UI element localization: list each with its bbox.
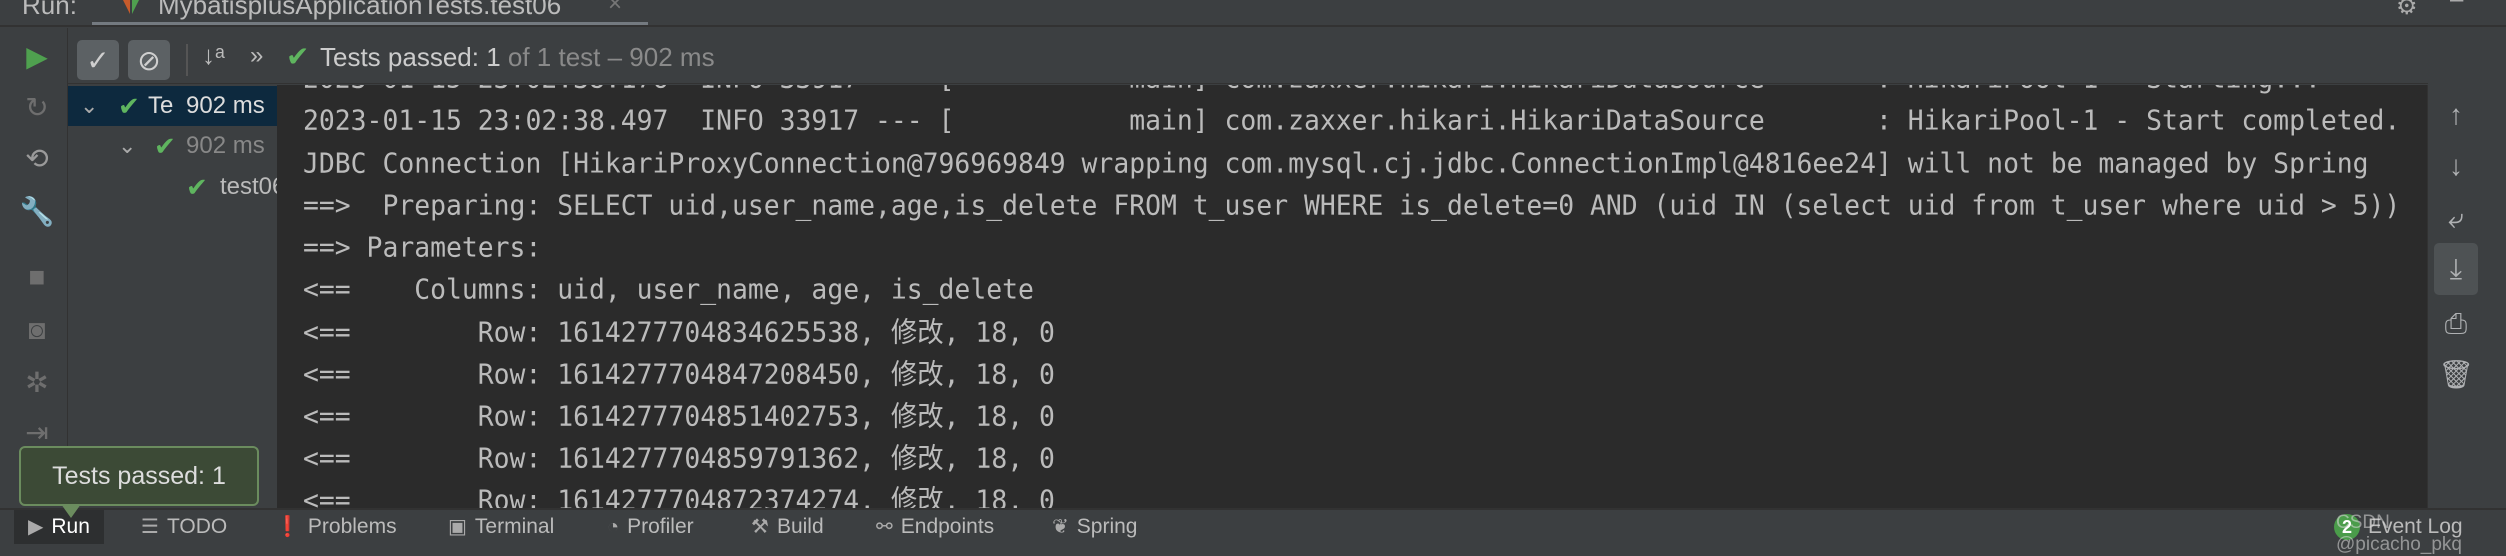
console-output[interactable]: 2023-01-15 23:02:38.176 INFO 33917 --- [… — [277, 85, 2427, 508]
tool-tab-label: Profiler — [627, 515, 694, 538]
trash-icon[interactable]: 🗑 — [2434, 352, 2478, 396]
spring-leaf-icon: ❦ — [1052, 516, 1069, 538]
test-status: Tests passed: 1 of 1 test – 902 ms — [320, 42, 715, 73]
tree-row-root[interactable]: ⌄ ✔ Te 902 ms — [68, 86, 277, 126]
tool-tab-todo[interactable]: ☰ TODO — [141, 510, 227, 544]
endpoints-icon: ⚯ — [876, 516, 893, 538]
tool-tab-profiler[interactable]: ◔ Profiler — [607, 510, 694, 544]
watermark: CSDN @picacho_pkq — [2336, 512, 2462, 555]
problems-icon: ❗ — [275, 516, 300, 538]
terminal-icon: ▣ — [448, 516, 467, 538]
ignored-icon: ⊘ — [137, 44, 161, 76]
arrow-up-icon[interactable]: ↑ — [2434, 93, 2478, 137]
console-line: <== Row: 1614277704847208450, 修改, 18, 0 — [303, 358, 1055, 391]
tool-tab-terminal[interactable]: ▣ Terminal — [448, 510, 554, 544]
arrow-down-icon[interactable]: ↓ — [2434, 144, 2478, 188]
tool-tab-problems[interactable]: ❗ Problems — [275, 510, 397, 544]
tree-label: Te — [148, 92, 174, 119]
tool-tab-label: Build — [776, 515, 824, 538]
console-line: JDBC Connection [HikariProxyConnection@7… — [303, 147, 2369, 180]
console-toolbar: ↑ ↓ ⤶ ⤓ ⎙ 🗑 — [2427, 85, 2485, 508]
status-prefix: Tests passed: — [320, 42, 487, 72]
tree-label: test06 — [220, 173, 277, 200]
tree-row-test[interactable]: ✔ test06 — [68, 167, 277, 207]
more-actions-icon[interactable]: » — [250, 42, 263, 70]
junit-run-icon — [123, 0, 139, 14]
stop-icon[interactable]: ■ — [20, 260, 54, 294]
run-label: Run: — [22, 0, 77, 20]
console-line: ==> Parameters: — [303, 231, 558, 264]
debug-icon[interactable]: ✲ — [20, 365, 54, 399]
run-left-toolbar: ▶ ↻ ⟲ 🔧 ■ ◙ ✲ ⇥ — [0, 28, 68, 508]
toggle-auto-test-icon[interactable]: ⟲ — [20, 141, 54, 175]
toolbar-separator — [186, 44, 188, 76]
camera-icon[interactable]: ◙ — [20, 313, 54, 347]
tool-tab-label: Problems — [307, 515, 397, 538]
passed-check-icon: ✔ — [186, 172, 208, 202]
passed-check-icon: ✔ — [286, 41, 310, 72]
console-line: <== Row: 1614277704859791362, 修改, 18, 0 — [303, 442, 1055, 475]
print-icon[interactable]: ⎙ — [2434, 302, 2478, 346]
console-line: <== Row: 1614277704872374274, 修改, 18, 0 — [303, 484, 1055, 508]
tool-tab-label: Endpoints — [900, 515, 995, 538]
tree-time: 902 ms — [186, 132, 265, 159]
console-line: <== Row: 1614277704834625538, 修改, 18, 0 — [303, 316, 1055, 349]
tree-row-class[interactable]: ⌄ ✔ 902 ms — [68, 126, 277, 166]
tooltip-text: Tests passed: 1 — [52, 461, 226, 490]
play-icon: ▶ — [28, 516, 44, 538]
tool-window-bar: ▶ Run ☰ TODO ❗ Problems ▣ Terminal ◔ Profiler… — [0, 508, 2506, 555]
import-icon[interactable]: ⇥ — [20, 415, 54, 449]
chevron-down-icon[interactable]: ⌄ — [80, 86, 98, 126]
tool-tab-build[interactable]: ⚒ Build — [751, 510, 824, 544]
list-icon: ☰ — [141, 516, 159, 538]
scroll-to-end-icon[interactable]: ⤓ — [2434, 243, 2478, 295]
tool-tab-spring[interactable]: ❦ Spring — [1052, 510, 1137, 544]
rerun-icon[interactable]: ▶ — [20, 39, 54, 73]
tool-tab-run[interactable]: ▶ Run — [14, 510, 104, 544]
active-tab-underline — [92, 22, 648, 25]
minimize-icon[interactable]: – — [2450, 0, 2463, 14]
run-tab-bar: Run: MybatisplusApplicationTests.test06 … — [0, 0, 2506, 27]
hammer-icon: ⚒ — [751, 516, 769, 538]
console-line: 2023-01-15 23:02:38.497 INFO 33917 --- [… — [303, 104, 2401, 137]
profiler-icon: ◔ — [607, 516, 620, 538]
close-tab-icon[interactable]: × — [608, 0, 622, 18]
tool-tab-label: TODO — [166, 515, 228, 538]
console-line: <== Columns: uid, user_name, age, is_del… — [303, 273, 1034, 306]
tool-tab-label: Terminal — [474, 515, 555, 538]
status-detail: of 1 test – 902 ms — [500, 42, 715, 72]
test-tree: ⌄ ✔ Te 902 ms ⌄ ✔ 902 ms ✔ test06 — [68, 85, 277, 508]
tool-tab-endpoints[interactable]: ⚯ Endpoints — [876, 510, 994, 544]
console-line: ==> Preparing: SELECT uid,user_name,age,… — [303, 189, 2401, 222]
tool-tab-label: Spring — [1076, 515, 1138, 538]
console-line: <== Row: 1614277704851402753, 修改, 18, 0 — [303, 400, 1055, 433]
rerun-failed-icon[interactable]: ↻ — [20, 90, 54, 124]
tree-time: 902 ms — [186, 92, 265, 119]
chevron-down-icon[interactable]: ⌄ — [118, 126, 136, 166]
status-count: 1 — [486, 42, 501, 72]
gear-icon[interactable]: ⚙ — [2396, 0, 2418, 21]
check-icon: ✓ — [86, 44, 110, 76]
soft-wrap-icon[interactable]: ⤶ — [2434, 197, 2478, 241]
show-passed-toggle[interactable]: ✓ — [77, 40, 119, 80]
passed-check-icon: ✔ — [154, 131, 176, 161]
sort-alphabetically-icon[interactable]: ↓ᵃ — [202, 40, 225, 71]
show-ignored-toggle[interactable]: ⊘ — [128, 40, 170, 80]
passed-check-icon: ✔ — [118, 91, 140, 121]
wrench-icon[interactable]: 🔧 — [20, 194, 55, 228]
run-tab-title[interactable]: MybatisplusApplicationTests.test06 — [158, 0, 561, 21]
tests-passed-tooltip: Tests passed: 1 — [19, 446, 259, 518]
